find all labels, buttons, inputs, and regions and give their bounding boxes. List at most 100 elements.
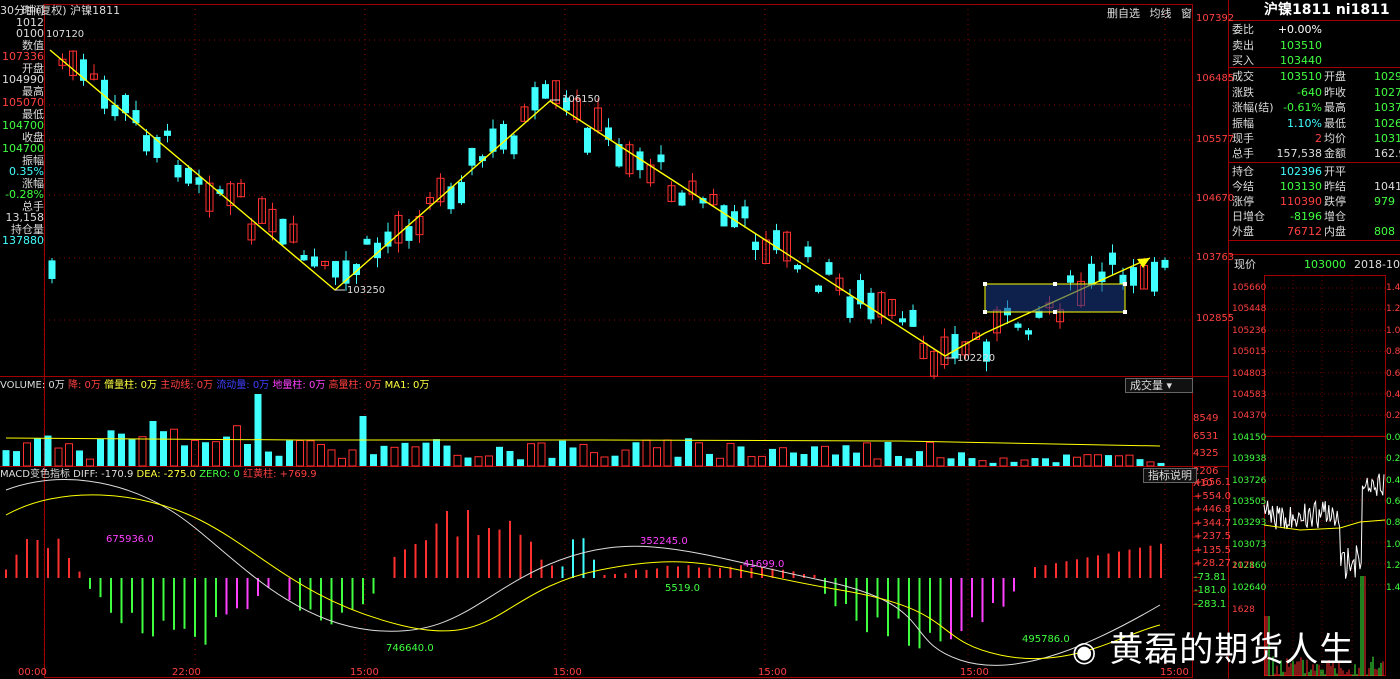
- macd-tick: +446.8: [1194, 504, 1232, 515]
- candle-body: [48, 260, 56, 279]
- mini-tick: 103505: [1232, 497, 1267, 507]
- current-price-value: 103000: [1304, 258, 1346, 271]
- data-window-value: 104700: [2, 119, 44, 132]
- macd-value-label: 746640.0: [386, 643, 434, 654]
- volume-bar: [359, 416, 367, 466]
- mini-tick: 103293: [1232, 518, 1267, 529]
- volume-bar: [569, 447, 577, 466]
- ma-button[interactable]: 均线: [1150, 7, 1172, 20]
- candle-body: [678, 192, 686, 206]
- candle-body: [825, 262, 833, 275]
- quote-label: 最高: [1324, 101, 1346, 114]
- volume-bar: [34, 438, 41, 466]
- volume-item: 降: 0万: [67, 380, 101, 391]
- volume-bar: [1042, 458, 1049, 466]
- volume-bar: [726, 442, 735, 467]
- volume-bar: [370, 454, 377, 466]
- quote-row: 成交 103510 开盘 1029: [1232, 69, 1400, 84]
- volume-bar: [296, 440, 304, 467]
- volume-bar: [663, 439, 672, 467]
- quote-value: 808: [1374, 225, 1395, 238]
- volume-bar: [958, 452, 965, 466]
- volume-bar: [54, 447, 63, 467]
- box-handle: [983, 282, 987, 286]
- volume-bar: [2, 450, 10, 466]
- volume-selector[interactable]: 成交量 ▾: [1125, 378, 1193, 393]
- volume-bar: [1136, 459, 1144, 466]
- mini-tick: 104370: [1232, 411, 1267, 422]
- volume-bar: [832, 454, 839, 466]
- data-window-value: 104700: [2, 142, 44, 155]
- macd-value-label: 495786.0: [1022, 634, 1070, 645]
- candle-body: [1151, 261, 1158, 292]
- volume-bar: [926, 441, 934, 467]
- quote-row: 现手 2 均价 1031: [1232, 131, 1400, 146]
- chart-border: [44, 4, 1193, 678]
- quote-row: 涨停 110390 跌停 979: [1232, 194, 1400, 209]
- volume-bar: [947, 458, 955, 466]
- mini-tick: 103726: [1232, 475, 1267, 486]
- time-tick: 15:00: [553, 667, 582, 678]
- mini-tick: 1.03: [1386, 325, 1400, 336]
- volume-bar: [790, 452, 797, 466]
- volume-bar: [999, 457, 1008, 467]
- macd-value-label: 5519.0: [665, 583, 700, 594]
- volume-bar: [422, 442, 430, 466]
- box-handle: [983, 310, 987, 314]
- mini-tick: 104583: [1232, 390, 1267, 400]
- volume-bar: [401, 442, 409, 466]
- macd-bars: [5, 510, 1162, 649]
- volume-bar: [800, 454, 808, 466]
- volume-bar: [978, 460, 987, 467]
- candle-body: [143, 135, 150, 152]
- watermark: ◉ 黄磊的期货人生: [1072, 622, 1354, 671]
- volume-bar: [1063, 454, 1070, 466]
- mini-tick: 105660: [1232, 283, 1267, 293]
- candle-body: [311, 256, 318, 267]
- time-tick: 15:00: [350, 667, 379, 678]
- mini-tick: 105015: [1232, 347, 1267, 358]
- volume-bar: [1094, 454, 1102, 467]
- quote-panel: 沪镍1811 ni1811 委比 +0.00% 卖出 103510 买入 103440 成交…: [1228, 0, 1400, 679]
- quote-label: 涨停: [1232, 195, 1254, 208]
- volume-item: 主动线: 0万: [160, 380, 214, 391]
- candle-body: [815, 285, 822, 292]
- annotation-peak: 106150: [562, 94, 601, 105]
- volume-bar: [223, 436, 230, 466]
- quote-value: 1027: [1374, 86, 1400, 99]
- volume-bar: [433, 439, 440, 466]
- quote-row: 委比 +0.00%: [1232, 22, 1400, 37]
- volume-bar: [212, 441, 220, 467]
- window-button[interactable]: 窗: [1181, 7, 1192, 20]
- volume-bar: [600, 456, 609, 467]
- macd-tick: -73.81: [1194, 571, 1227, 583]
- macd-tick: -283.1: [1194, 598, 1227, 610]
- volume-bar: [548, 457, 556, 466]
- candle-body: [500, 124, 507, 150]
- quote-label: 增仓: [1324, 210, 1346, 223]
- volume-bar: [485, 455, 493, 467]
- quote-label: 外盘: [1232, 225, 1254, 238]
- mini-tick: 0.83: [1386, 347, 1400, 358]
- volume-bar: [254, 394, 262, 466]
- volume-bar: [23, 442, 31, 467]
- quote-value: +0.00%: [1277, 23, 1322, 36]
- indicator-help-button[interactable]: 指标说明: [1143, 468, 1197, 483]
- quote-label: 昨收: [1324, 86, 1346, 99]
- volume-bar: [181, 445, 188, 466]
- quote-value: 76712: [1287, 225, 1322, 238]
- quote-value: 110390: [1280, 195, 1322, 208]
- volume-bar: [621, 449, 630, 467]
- mini-tick: 104150: [1232, 432, 1267, 443]
- volume-bar: [128, 439, 136, 466]
- quote-value: 102396: [1280, 165, 1322, 178]
- candle-body: [909, 309, 917, 327]
- delete-favorite-button[interactable]: 删自选: [1107, 7, 1140, 20]
- data-window-value: -0.28%: [5, 188, 44, 201]
- volume-tick: 6531: [1193, 431, 1219, 442]
- volume-bar: [244, 444, 251, 466]
- volume-item: 高量柱: 0万: [328, 380, 382, 391]
- candle-body: [468, 147, 476, 166]
- volume-bar: [706, 453, 713, 466]
- macd-tick: +344.7: [1194, 517, 1232, 529]
